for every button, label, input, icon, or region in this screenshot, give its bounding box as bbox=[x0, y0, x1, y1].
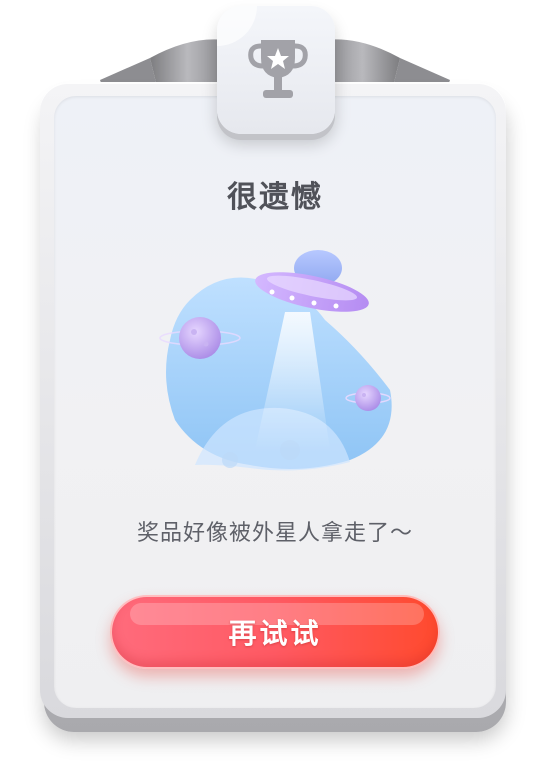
dialog-message: 奖品好像被外星人拿走了～ bbox=[136, 521, 413, 546]
dialog-title: 很遗憾 bbox=[227, 180, 323, 215]
prize-result-dialog: 很遗憾 奖品好像被外星人拿走了～ 再试试 bbox=[0, 0, 550, 780]
trophy-icon bbox=[248, 40, 308, 98]
retry-button-label: 再试试 bbox=[228, 617, 322, 650]
ufo-planet-illustration bbox=[159, 250, 392, 471]
retry-button[interactable]: 再试试 bbox=[110, 595, 440, 669]
